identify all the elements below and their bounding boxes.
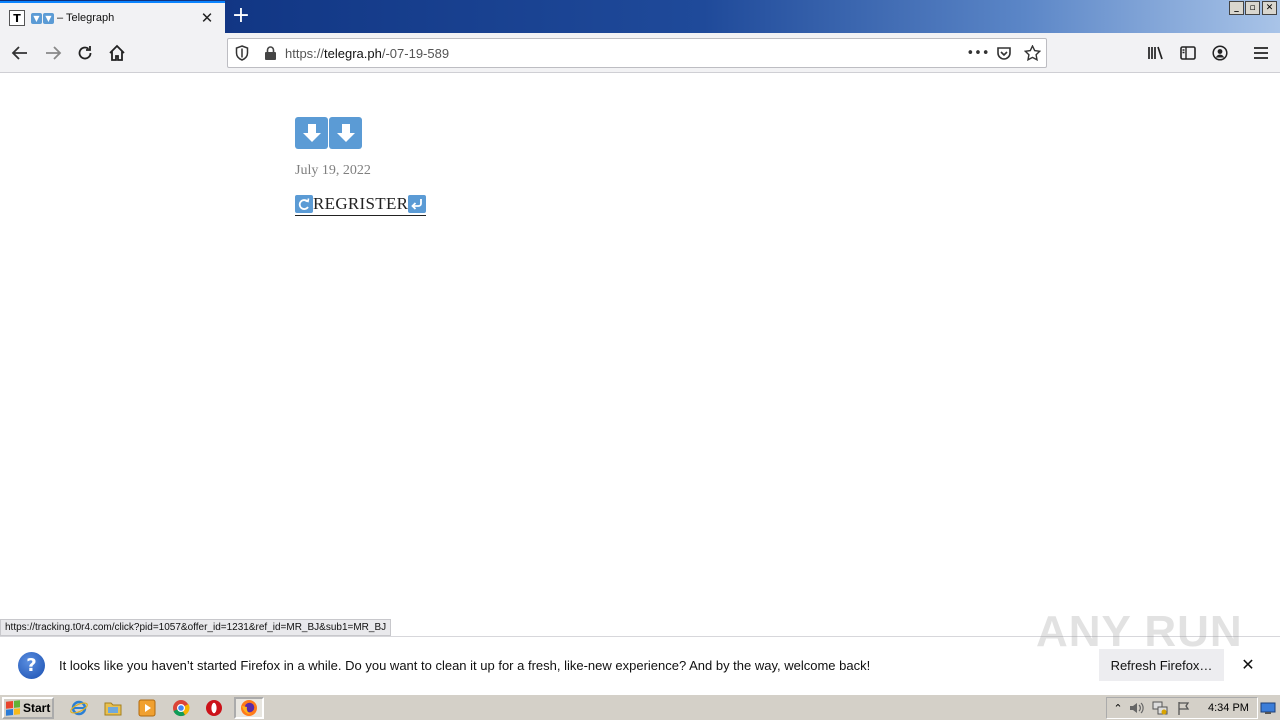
down-arrow-emoji-icon [329, 117, 362, 149]
tab-telegraph[interactable]: T ▼ ▼ – Telegraph ✕ [0, 1, 225, 33]
windows-logo-icon [6, 700, 20, 716]
minimize-button[interactable]: _ [1229, 1, 1244, 15]
tab-title: – Telegraph [57, 12, 115, 24]
firefox-icon [240, 699, 258, 717]
back-arrow-icon [11, 46, 27, 60]
bookmark-star-icon[interactable] [1023, 44, 1041, 62]
opera-icon[interactable] [205, 699, 223, 717]
chrome-icon[interactable] [172, 699, 190, 717]
register-link[interactable]: REGRISTER [295, 194, 427, 216]
start-button[interactable]: Start [2, 697, 54, 719]
start-label: Start [23, 701, 51, 715]
home-button[interactable] [102, 38, 132, 68]
tab-close-icon[interactable]: ✕ [199, 10, 215, 26]
url-text[interactable]: https://telegra.ph/-07-19-589 [285, 46, 449, 61]
return-arrow-emoji-icon [408, 195, 427, 213]
action-center-flag-icon[interactable] [1175, 699, 1193, 717]
close-window-button[interactable]: ✕ [1262, 1, 1277, 15]
sidebar-icon[interactable] [1179, 44, 1197, 62]
new-tab-button[interactable]: + [230, 4, 252, 28]
home-icon [109, 44, 125, 61]
down-arrow-emoji-icon: ▼ [43, 12, 54, 24]
back-button[interactable] [5, 38, 35, 68]
shield-icon[interactable] [233, 44, 251, 62]
forward-button[interactable] [38, 38, 68, 68]
volume-icon[interactable] [1127, 699, 1145, 717]
page-content: July 19, 2022 REGRISTER [0, 74, 1280, 636]
restore-button[interactable]: ▫ [1245, 1, 1260, 15]
forward-arrow-icon [46, 46, 62, 60]
taskbar-clock: 4:34 PM [1208, 702, 1249, 714]
reload-button[interactable] [70, 38, 100, 68]
nav-toolbar: https://telegra.ph/-07-19-589 ••• [0, 33, 1280, 73]
question-icon: ? [18, 652, 45, 679]
post-date: July 19, 2022 [295, 163, 371, 178]
register-link-text: REGRISTER [313, 194, 409, 213]
down-arrow-emoji-icon [295, 117, 328, 149]
library-icon[interactable] [1147, 44, 1165, 62]
account-icon[interactable] [1211, 44, 1229, 62]
notification-message: It looks like you haven’t started Firefo… [59, 658, 871, 673]
page-title [295, 117, 362, 149]
refresh-notification-bar: ANY RUN ? It looks like you haven’t star… [0, 607, 1280, 694]
page-actions-icon[interactable]: ••• [966, 44, 990, 62]
counterclockwise-arrows-emoji-icon [295, 195, 313, 213]
refresh-firefox-button[interactable]: Refresh Firefox… [1099, 649, 1224, 681]
telegraph-favicon-icon: T [9, 10, 25, 26]
file-explorer-icon[interactable] [104, 699, 122, 717]
media-player-icon[interactable] [138, 699, 156, 717]
tab-emoji-arrows: ▼ ▼ [31, 12, 54, 24]
notification-close-icon[interactable]: ✕ [1240, 657, 1256, 673]
reload-icon [78, 46, 92, 60]
firefox-taskbar-button[interactable] [234, 697, 264, 719]
lock-icon[interactable] [261, 44, 279, 62]
url-bar[interactable]: https://telegra.ph/-07-19-589 ••• [227, 38, 1047, 68]
down-arrow-emoji-icon: ▼ [31, 12, 42, 24]
pocket-icon[interactable] [995, 44, 1013, 62]
hamburger-menu-icon[interactable] [1252, 44, 1270, 62]
title-bar: T ▼ ▼ – Telegraph ✕ + _ ▫ ✕ [0, 0, 1280, 33]
link-status-bar: https://tracking.t0r4.com/click?pid=1057… [0, 619, 392, 636]
network-icon[interactable] [1151, 699, 1169, 717]
show-hidden-icons-icon[interactable]: ⌃ [1109, 699, 1127, 717]
internet-explorer-icon[interactable] [70, 699, 88, 717]
show-desktop-icon[interactable] [1259, 699, 1277, 717]
taskbar: Start ⌃ 4:34 PM [0, 694, 1280, 720]
